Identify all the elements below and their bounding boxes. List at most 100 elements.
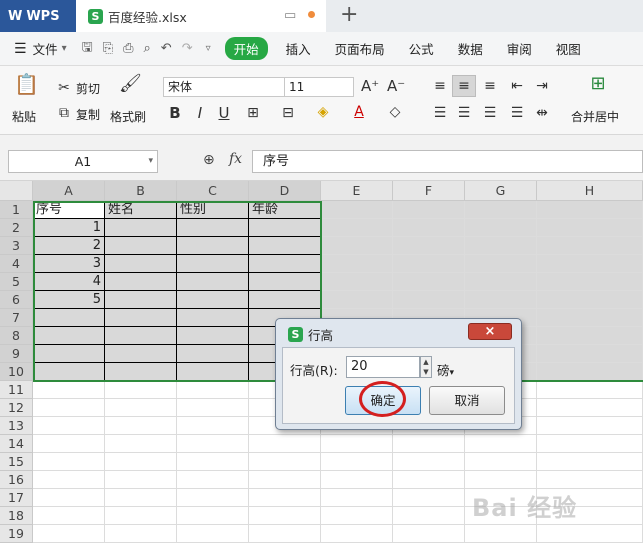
cell[interactable] xyxy=(393,507,465,525)
eraser-icon[interactable]: ◇ xyxy=(386,104,404,120)
cell[interactable] xyxy=(393,453,465,471)
cell[interactable] xyxy=(177,507,249,525)
cell[interactable] xyxy=(537,291,643,309)
row-header[interactable]: 19 xyxy=(0,525,33,543)
cell[interactable] xyxy=(321,201,393,219)
cell[interactable] xyxy=(105,363,177,381)
cell[interactable] xyxy=(33,507,105,525)
column-header[interactable]: H xyxy=(537,181,643,201)
menu-data[interactable]: 数据 xyxy=(446,39,495,58)
cell[interactable] xyxy=(321,489,393,507)
cell[interactable] xyxy=(249,471,321,489)
undo-icon[interactable]: ↶ xyxy=(161,41,172,56)
column-header[interactable]: B xyxy=(105,181,177,201)
align-middle-icon[interactable]: ≡ xyxy=(455,78,473,94)
column-header[interactable]: F xyxy=(393,181,465,201)
cell[interactable] xyxy=(537,201,643,219)
cell[interactable]: 4 xyxy=(33,273,105,291)
cell[interactable] xyxy=(537,399,643,417)
cell[interactable] xyxy=(33,489,105,507)
cell[interactable] xyxy=(33,471,105,489)
cell[interactable] xyxy=(105,507,177,525)
format-painter-icon[interactable]: 🖌 xyxy=(119,75,142,93)
cell[interactable] xyxy=(105,453,177,471)
cell[interactable] xyxy=(465,201,537,219)
cell[interactable] xyxy=(321,255,393,273)
cell[interactable] xyxy=(105,399,177,417)
cell[interactable] xyxy=(105,489,177,507)
row-header[interactable]: 9 xyxy=(0,345,33,363)
justify-icon[interactable]: ☰ xyxy=(508,105,526,121)
row-header[interactable]: 17 xyxy=(0,489,33,507)
cell[interactable] xyxy=(177,453,249,471)
menu-review[interactable]: 审阅 xyxy=(495,39,544,58)
cell[interactable] xyxy=(177,525,249,543)
cell[interactable] xyxy=(393,219,465,237)
cell[interactable] xyxy=(393,291,465,309)
cell[interactable] xyxy=(393,237,465,255)
close-button[interactable]: × xyxy=(468,323,512,340)
cell[interactable] xyxy=(177,327,249,345)
font-name-select[interactable]: 宋体 xyxy=(163,77,285,97)
cell[interactable]: 3 xyxy=(33,255,105,273)
cell[interactable] xyxy=(249,255,321,273)
menu-start[interactable]: 开始 xyxy=(224,37,268,60)
cell[interactable] xyxy=(465,291,537,309)
cell[interactable] xyxy=(249,219,321,237)
column-header[interactable]: A xyxy=(33,181,105,201)
cell[interactable] xyxy=(321,471,393,489)
cell[interactable] xyxy=(249,507,321,525)
underline-button[interactable]: U xyxy=(216,105,232,121)
cell[interactable] xyxy=(465,237,537,255)
row-height-input[interactable]: 20 xyxy=(346,356,420,378)
spinner-arrows-icon[interactable]: ▲ ▼ xyxy=(420,356,432,378)
align-center-icon[interactable]: ☰ xyxy=(455,105,473,121)
cell[interactable]: 年龄 xyxy=(249,201,321,219)
row-header[interactable]: 15 xyxy=(0,453,33,471)
copy-button[interactable]: 复制 xyxy=(76,106,100,123)
new-tab-button[interactable]: + xyxy=(340,2,358,27)
merge-cells-icon[interactable]: ⊞ xyxy=(587,75,609,93)
row-header[interactable]: 1 xyxy=(0,201,33,219)
cell[interactable] xyxy=(177,291,249,309)
font-shrink-icon[interactable]: A⁻ xyxy=(387,78,405,94)
cell[interactable] xyxy=(321,525,393,543)
cell[interactable]: 5 xyxy=(33,291,105,309)
column-header[interactable]: G xyxy=(465,181,537,201)
column-header[interactable]: E xyxy=(321,181,393,201)
row-header[interactable]: 2 xyxy=(0,219,33,237)
unit-select[interactable]: 磅▾ xyxy=(437,360,454,379)
format-painter-button[interactable]: 格式刷 xyxy=(110,108,146,125)
merge-center-button[interactable]: 合并居中 xyxy=(571,108,619,125)
cell[interactable] xyxy=(177,417,249,435)
cell[interactable] xyxy=(105,309,177,327)
row-header[interactable]: 8 xyxy=(0,327,33,345)
export-icon[interactable]: ⎘ xyxy=(103,41,113,56)
italic-button[interactable]: I xyxy=(192,105,208,121)
cell[interactable] xyxy=(321,453,393,471)
cell[interactable] xyxy=(537,471,643,489)
cell[interactable] xyxy=(105,525,177,543)
border-icon[interactable]: ⊞ xyxy=(244,105,262,121)
select-all-corner[interactable] xyxy=(0,181,33,201)
cell[interactable] xyxy=(177,489,249,507)
cell[interactable] xyxy=(177,381,249,399)
column-header[interactable]: C xyxy=(177,181,249,201)
cell[interactable] xyxy=(537,237,643,255)
row-header[interactable]: 4 xyxy=(0,255,33,273)
cell[interactable] xyxy=(249,291,321,309)
row-header[interactable]: 13 xyxy=(0,417,33,435)
cell[interactable] xyxy=(537,363,643,381)
cell[interactable] xyxy=(33,453,105,471)
save-icon[interactable]: 🖫 xyxy=(82,38,93,60)
distribute-icon[interactable]: ⇹ xyxy=(533,105,551,121)
cell[interactable] xyxy=(105,417,177,435)
cell[interactable] xyxy=(33,417,105,435)
font-grow-icon[interactable]: A⁺ xyxy=(361,78,379,94)
align-top-icon[interactable]: ≡ xyxy=(431,78,449,94)
bold-button[interactable]: B xyxy=(167,105,183,121)
cell[interactable] xyxy=(105,219,177,237)
cell[interactable] xyxy=(33,381,105,399)
cell[interactable] xyxy=(105,435,177,453)
cell[interactable] xyxy=(321,435,393,453)
